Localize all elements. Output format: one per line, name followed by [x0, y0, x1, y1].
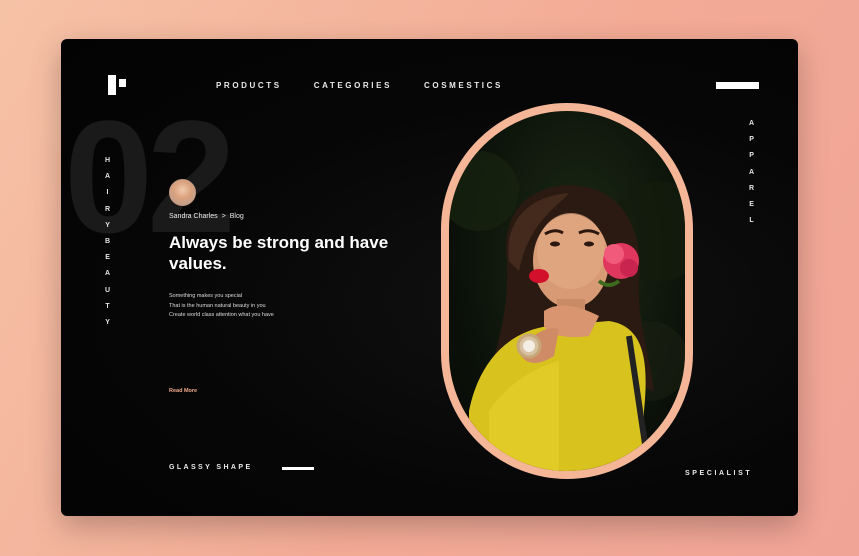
vertical-letter: H — [105, 157, 111, 164]
description-line: Create world class attention what you ha… — [169, 312, 274, 318]
top-nav: PRODUCTS CATEGORIES COSMESTICS — [216, 81, 503, 90]
vertical-letter: T — [105, 302, 110, 310]
footer-label-right: SPECIALIST — [685, 470, 753, 477]
read-more-link[interactable]: Read More — [169, 388, 197, 394]
post-description: Something makes you special That is the … — [169, 292, 274, 321]
vertical-letter: A — [105, 270, 111, 278]
post-category[interactable]: Blog — [230, 213, 244, 220]
portrait-image — [449, 151, 685, 471]
footer-divider — [282, 467, 314, 470]
vertical-letter: L — [749, 217, 754, 225]
vertical-letter: A — [749, 120, 755, 127]
hero-card: PRODUCTS CATEGORIES COSMESTICS 02 HAIRYB… — [61, 39, 798, 516]
menu-icon[interactable] — [716, 82, 759, 89]
outer-frame: PRODUCTS CATEGORIES COSMESTICS 02 HAIRYB… — [0, 0, 859, 556]
vertical-label-right: APPAREL — [749, 116, 754, 229]
vertical-letter: E — [105, 254, 110, 262]
vertical-letter: E — [749, 200, 754, 208]
vertical-letter: U — [105, 286, 111, 294]
vertical-letter: A — [105, 173, 111, 181]
vertical-letter: R — [749, 184, 755, 192]
vertical-letter: B — [105, 237, 111, 245]
headline: Always be strong and have values. — [169, 233, 389, 273]
vertical-letter: R — [105, 205, 111, 213]
vertical-letter: A — [749, 168, 755, 176]
author-name[interactable]: Sandra Charles — [169, 213, 218, 220]
description-line: Something makes you special — [169, 293, 243, 299]
portrait-frame — [441, 103, 693, 479]
vertical-letter: Y — [105, 318, 110, 326]
vertical-letter: I — [106, 189, 109, 197]
vertical-label-left: HAIRYBEAUTY — [105, 153, 110, 331]
byline: Sandra Charles > Blog — [169, 213, 244, 220]
breadcrumb-separator: > — [221, 213, 226, 220]
nav-categories[interactable]: CATEGORIES — [314, 81, 392, 90]
avatar[interactable] — [169, 179, 196, 206]
vertical-letter: P — [749, 136, 754, 144]
footer-label-left: GLASSY SHAPE — [169, 464, 253, 471]
vertical-letter: Y — [105, 221, 110, 229]
nav-cosmestics[interactable]: COSMESTICS — [424, 81, 503, 90]
description-line: That is the human natural beauty in you — [169, 302, 266, 309]
vertical-letter: P — [749, 152, 754, 160]
